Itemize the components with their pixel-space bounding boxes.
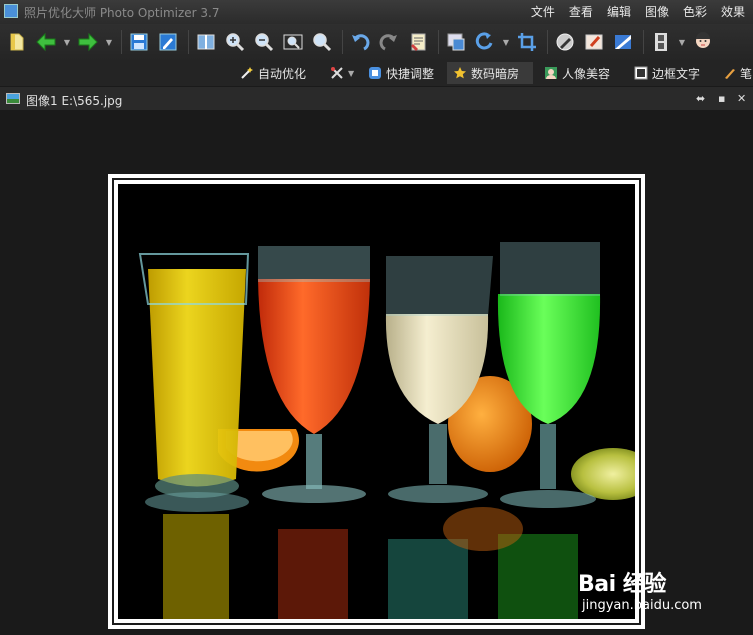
function-tabs: 自动优化 ▼ 快捷调整 数码暗房 人像美容 边框文字 笔 <box>0 60 753 86</box>
forward-button[interactable] <box>75 29 101 55</box>
compare-view-button[interactable] <box>193 29 219 55</box>
compare-view-icon <box>197 34 215 50</box>
tab-auto-optimize-label: 自动优化 <box>258 66 307 81</box>
portrait-icon <box>544 66 558 80</box>
actual-size-button[interactable] <box>309 29 335 55</box>
app-title: 照片优化大师 Photo Optimizer 3.7 <box>24 6 220 20</box>
tab-portrait-beauty[interactable]: 人像美容 <box>538 62 616 84</box>
history-icon <box>411 33 426 51</box>
zoom-in-button[interactable] <box>222 29 248 55</box>
tools-icon <box>330 66 344 80</box>
watermark-logo-text: Bai 经验 <box>578 572 666 597</box>
brush-icon <box>585 34 603 50</box>
toolbar-separator <box>342 30 343 54</box>
toolbar-separator <box>547 30 548 54</box>
magic-wand-icon <box>240 66 254 80</box>
menu-edit[interactable]: 编辑 <box>607 3 631 20</box>
resize-icon <box>447 33 465 51</box>
restore-icon[interactable]: ▪ <box>718 92 725 105</box>
juice-glasses-image <box>118 184 635 619</box>
menu-view[interactable]: 查看 <box>569 3 593 20</box>
photo-frame <box>108 174 645 629</box>
save-button[interactable] <box>126 29 152 55</box>
rotate-dropdown[interactable]: ▼ <box>501 38 511 47</box>
menu-file[interactable]: 文件 <box>531 3 555 20</box>
back-dropdown[interactable]: ▼ <box>62 38 72 47</box>
forward-dropdown[interactable]: ▼ <box>104 38 114 47</box>
rotate-icon <box>475 32 493 50</box>
filmstrip-dropdown[interactable]: ▼ <box>677 38 687 47</box>
fit-window-button[interactable] <box>280 29 306 55</box>
title-bar: 照片优化大师 Photo Optimizer 3.7 文件 查看 编辑 图像 色… <box>0 0 753 24</box>
face-icon <box>696 32 710 48</box>
tab-auto-optimize[interactable]: 自动优化 <box>234 62 312 84</box>
menu-image[interactable]: 图像 <box>645 3 669 20</box>
tab-portrait-beauty-label: 人像美容 <box>562 66 611 81</box>
brush-button[interactable] <box>581 29 607 55</box>
open-icon <box>10 33 24 51</box>
tab-frame-text[interactable]: 边框文字 <box>628 62 706 84</box>
history-button[interactable] <box>405 29 431 55</box>
brush-tab-icon <box>722 66 736 80</box>
photo[interactable] <box>118 184 635 619</box>
save-as-button[interactable] <box>155 29 181 55</box>
tab-quick-adjust-label: 快捷调整 <box>386 66 435 81</box>
rotate-button[interactable] <box>472 29 498 55</box>
back-button[interactable] <box>33 29 59 55</box>
baidu-jingyan-watermark: Bai 经验 jingyan.baidu.com <box>578 562 748 620</box>
gradient-icon <box>615 35 631 49</box>
image-file-icon <box>6 93 20 104</box>
open-button[interactable] <box>4 29 30 55</box>
frame-text-icon <box>634 66 648 80</box>
tab-tools[interactable]: ▼ <box>324 62 360 84</box>
toolbar-separator <box>188 30 189 54</box>
color-picker-button[interactable] <box>552 29 578 55</box>
main-toolbar: ▼ ▼ ▼ ▼ <box>0 24 753 60</box>
zoom-out-icon <box>255 33 274 52</box>
tools-dropdown-icon: ▼ <box>348 68 355 78</box>
color-picker-icon <box>556 33 574 51</box>
tab-quick-adjust[interactable]: 快捷调整 <box>362 62 440 84</box>
menu-bar: 文件 查看 编辑 图像 色彩 效果 <box>531 3 745 20</box>
menu-color[interactable]: 色彩 <box>683 3 707 20</box>
crop-button[interactable] <box>514 29 540 55</box>
undo-icon <box>352 34 370 51</box>
tab-digital-darkroom-label: 数码暗房 <box>471 66 520 81</box>
tab-digital-darkroom[interactable]: 数码暗房 <box>447 62 533 84</box>
fullscreen-icon[interactable]: ⬌ <box>696 92 705 105</box>
redo-button[interactable] <box>376 29 402 55</box>
forward-arrow-icon <box>78 32 98 52</box>
fit-window-icon <box>283 34 303 50</box>
document-title: 图像1 E:\565.jpg <box>26 94 123 108</box>
save-icon <box>130 33 148 51</box>
face-button[interactable] <box>690 29 716 55</box>
filmstrip-button[interactable] <box>648 29 674 55</box>
back-arrow-icon <box>36 32 56 52</box>
watermark-url: jingyan.baidu.com <box>582 598 702 613</box>
document-tab: 图像1 E:\565.jpg ⬌ ▪ ✕ <box>0 86 753 111</box>
zoom-in-icon <box>226 33 245 52</box>
tab-brush-label: 笔 <box>740 66 753 81</box>
zoom-out-button[interactable] <box>251 29 277 55</box>
tab-brush[interactable]: 笔 <box>716 62 753 84</box>
image-canvas[interactable] <box>0 110 753 635</box>
app-icon <box>4 4 18 18</box>
tab-frame-text-label: 边框文字 <box>652 66 701 81</box>
crop-icon <box>518 33 536 51</box>
filmstrip-icon <box>655 33 667 51</box>
menu-effects[interactable]: 效果 <box>721 3 745 20</box>
toolbar-separator <box>643 30 644 54</box>
star-icon <box>453 66 467 80</box>
close-icon[interactable]: ✕ <box>737 92 746 105</box>
gradient-button[interactable] <box>610 29 636 55</box>
toolbar-separator <box>438 30 439 54</box>
undo-button[interactable] <box>347 29 373 55</box>
resize-button[interactable] <box>443 29 469 55</box>
save-as-icon <box>159 33 177 51</box>
toolbar-separator <box>121 30 122 54</box>
redo-icon <box>379 34 397 51</box>
actual-size-icon <box>313 33 332 52</box>
quick-adjust-icon <box>368 66 382 80</box>
